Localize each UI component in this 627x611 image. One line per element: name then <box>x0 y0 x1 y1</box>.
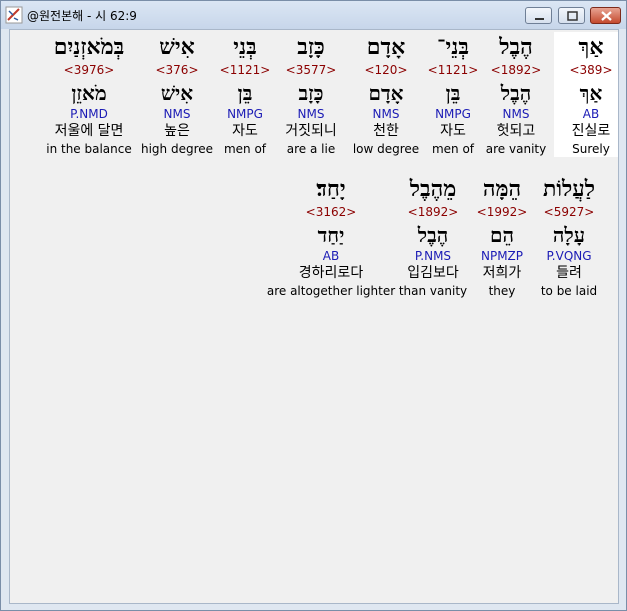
parse-code: NMS <box>297 107 325 121</box>
strong-number[interactable]: <5927> <box>532 204 606 220</box>
english-gloss: are a lie <box>286 142 336 156</box>
parse-code: P.NMS <box>414 249 452 263</box>
english-gloss: high degree <box>140 142 214 156</box>
korean-gloss: 저희가 <box>482 265 522 281</box>
hebrew-word: הֵמָּה <box>482 176 522 202</box>
minimize-button[interactable] <box>525 7 552 24</box>
close-button[interactable] <box>590 7 621 24</box>
parse-code: NPMZP <box>480 249 524 263</box>
english-gloss: men of <box>223 142 267 156</box>
hebrew-word: יָחַד׃ <box>316 176 346 202</box>
maximize-button[interactable] <box>558 7 585 24</box>
parse-code: P.VQNG <box>546 249 592 263</box>
minimize-icon <box>535 18 544 20</box>
english-gloss: are altogether lighter <box>266 284 396 298</box>
strong-number[interactable]: <3577> <box>274 62 348 78</box>
lemma-word: הֶבֶל <box>417 223 449 247</box>
strong-number[interactable]: <1992> <box>465 204 539 220</box>
lemma-word: אַךְ <box>579 81 603 105</box>
maximize-icon <box>567 11 578 21</box>
lemma-word: אִישׁ <box>160 81 194 105</box>
hebrew-word: אָדָם <box>366 34 406 60</box>
hebrew-word: אִישׁ <box>159 34 195 60</box>
lemma-word: מֹאזֵן <box>71 81 107 105</box>
lemma-word: עָלָה <box>552 223 586 247</box>
english-gloss: they <box>488 284 516 298</box>
strong-number[interactable]: <1121> <box>208 62 282 78</box>
korean-gloss: 들려 <box>556 265 582 281</box>
korean-gloss: 입김보다 <box>407 265 459 281</box>
lemma-word: בֵּן <box>445 81 461 105</box>
korean-gloss: 경하리로다 <box>298 265 364 281</box>
app-window: @원전본해 - 시 62:9 אַךְ <389> אַךְ AB 진실로 Su… <box>0 0 627 611</box>
english-gloss: men of <box>431 142 475 156</box>
word-block[interactable]: הֵמָּה <1992> הֵם NPMZP 저희가 they <box>465 174 539 299</box>
strong-number[interactable]: <3976> <box>42 62 136 78</box>
parse-code: NMPG <box>227 107 263 121</box>
english-gloss: Surely <box>572 142 610 156</box>
korean-gloss: 저울에 달면 <box>54 123 124 139</box>
korean-gloss: 진실로 <box>571 123 611 139</box>
korean-gloss: 헛되고 <box>496 123 536 139</box>
word-block[interactable]: אָדָם <120> אָדָם NMS 천한 low degree <box>349 32 423 157</box>
strong-number[interactable]: <376> <box>140 62 214 78</box>
word-block[interactable]: הֶבֶל <1892> הֶבֶל NMS 헛되고 are vanity <box>479 32 553 157</box>
word-block[interactable]: בְּמֹאזְנַיִם <3976> מֹאזֵן P.NMD 저울에 달면… <box>42 32 136 157</box>
parse-code: NMS <box>163 107 191 121</box>
lemma-word: אָדָם <box>368 81 404 105</box>
korean-gloss: 높은 <box>164 123 190 139</box>
hebrew-word: בְּמֹאזְנַיִם <box>53 34 125 60</box>
word-block[interactable]: לַעֲלוֹת <5927> עָלָה P.VQNG 들려 to be la… <box>532 174 606 299</box>
window-title: @원전본해 - 시 62:9 <box>27 9 137 23</box>
lemma-word: הֵם <box>490 223 514 247</box>
parse-code: AB <box>322 249 340 263</box>
english-gloss: than vanity <box>398 284 468 298</box>
lemma-word: בֵּן <box>237 81 253 105</box>
parse-code: NMS <box>502 107 530 121</box>
hebrew-word: בְּנֵי־ <box>437 34 469 60</box>
hebrew-word: מֵהֶבֶל <box>409 176 457 202</box>
english-gloss: to be laid <box>540 284 598 298</box>
lemma-word: יַחַד <box>317 223 345 247</box>
korean-gloss: 자도 <box>232 123 258 139</box>
strong-number[interactable]: <120> <box>349 62 423 78</box>
english-gloss: low degree <box>352 142 420 156</box>
word-block[interactable]: מֵהֶבֶל <1892> הֶבֶל P.NMS 입김보다 than van… <box>396 174 470 299</box>
english-gloss: in the balance <box>46 142 132 156</box>
korean-gloss: 자도 <box>440 123 466 139</box>
lemma-word: כָּזָב <box>298 81 324 105</box>
parse-code: AB <box>582 107 600 121</box>
interlinear-panel: אַךְ <389> אַךְ AB 진실로 Surely הֶבֶל <189… <box>9 29 619 604</box>
hebrew-word: לַעֲלוֹת <box>542 176 596 202</box>
korean-gloss: 천한 <box>373 123 399 139</box>
word-block[interactable]: בְּנֵי <1121> בֵּן NMPG 자도 men of <box>208 32 282 157</box>
word-block[interactable]: אִישׁ <376> אִישׁ NMS 높은 high degree <box>140 32 214 157</box>
parse-code: NMPG <box>435 107 471 121</box>
hebrew-word: כָּזָב <box>297 34 325 60</box>
title-bar[interactable]: @원전본해 - 시 62:9 <box>1 1 626 29</box>
hebrew-word: אַךְ <box>578 34 604 60</box>
word-block[interactable]: יָחַד׃ <3162> יַחַד AB 경하리로다 are altoget… <box>266 174 396 299</box>
app-icon <box>5 6 23 24</box>
strong-number[interactable]: <1892> <box>396 204 470 220</box>
word-block[interactable]: אַךְ <389> אַךְ AB 진실로 Surely <box>554 32 618 157</box>
word-block[interactable]: כָּזָב <3577> כָּזָב NMS 거짓되니 are a lie <box>274 32 348 157</box>
parse-code: NMS <box>372 107 400 121</box>
close-icon <box>601 11 612 21</box>
strong-number[interactable]: <1892> <box>479 62 553 78</box>
english-gloss: are vanity <box>485 142 547 156</box>
strong-number[interactable]: <1121> <box>416 62 490 78</box>
korean-gloss: 거짓되니 <box>285 123 337 139</box>
strong-number[interactable]: <389> <box>554 62 618 78</box>
hebrew-word: בְּנֵי <box>233 34 257 60</box>
strong-number[interactable]: <3162> <box>266 204 396 220</box>
word-block[interactable]: בְּנֵי־ <1121> בֵּן NMPG 자도 men of <box>416 32 490 157</box>
hebrew-word: הֶבֶל <box>499 34 533 60</box>
lemma-word: הֶבֶל <box>500 81 532 105</box>
parse-code: P.NMD <box>70 107 108 121</box>
